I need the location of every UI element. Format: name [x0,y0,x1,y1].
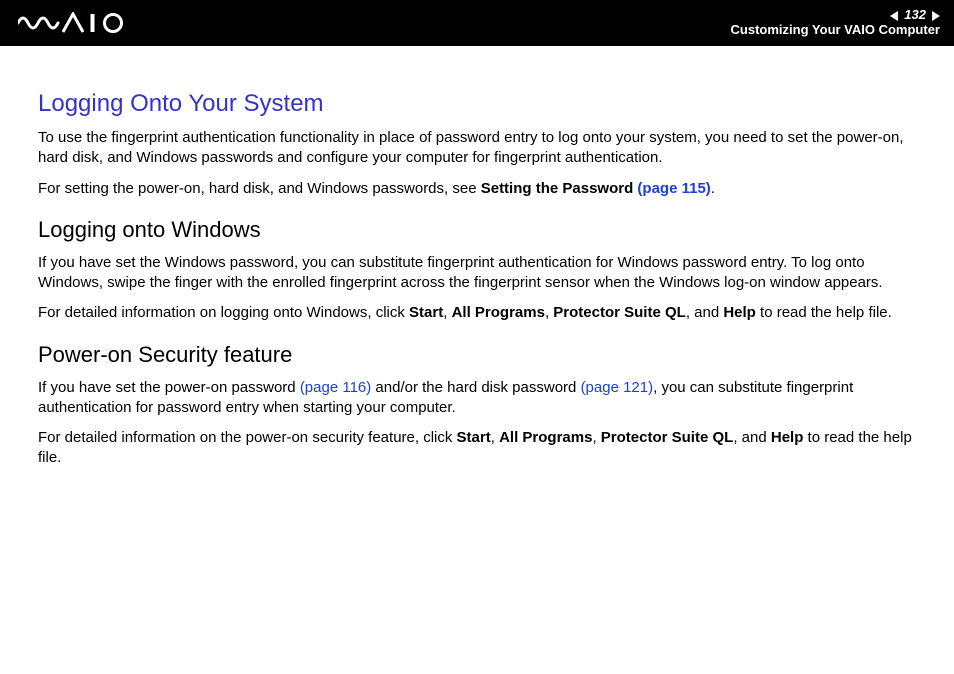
body-text: For detailed information on the power-on… [38,428,916,469]
text-bold: All Programs [499,429,592,446]
text-run: If you have set the power-on password [38,379,300,396]
text-bold: Setting the Password [481,180,638,197]
body-text: To use the fingerprint authentication fu… [38,128,916,169]
text-bold: Help [771,429,804,446]
text-run: For setting the power-on, hard disk, and… [38,180,481,197]
body-text: For setting the power-on, hard disk, and… [38,179,916,199]
subsection-title: Power-on Security feature [38,342,916,368]
page-link[interactable]: (page 116) [300,379,371,396]
text-bold: Protector Suite QL [553,304,686,321]
vaio-logo [18,12,128,34]
text-bold: All Programs [452,304,545,321]
text-run: to read the help file. [756,304,892,321]
header-bar: 132 Customizing Your VAIO Computer [0,0,954,46]
page-nav: 132 [731,8,940,23]
text-run: . [711,180,715,197]
text-run: , and [733,429,771,446]
document-page: 132 Customizing Your VAIO Computer Loggi… [0,0,954,674]
text-run: For detailed information on the power-on… [38,429,457,446]
page-link[interactable]: (page 115) [637,180,710,197]
nav-next-icon[interactable] [932,11,940,21]
text-run: For detailed information on logging onto… [38,304,409,321]
text-bold: Start [409,304,443,321]
text-run: , and [686,304,724,321]
header-right: 132 Customizing Your VAIO Computer [731,8,940,38]
text-bold: Start [457,429,491,446]
nav-prev-icon[interactable] [890,11,898,21]
body-text: If you have set the power-on password (p… [38,378,916,419]
subsection-title: Logging onto Windows [38,217,916,243]
text-bold: Help [723,304,756,321]
text-run: , [592,429,600,446]
text-run: and/or the hard disk password [371,379,580,396]
body-text: If you have set the Windows password, yo… [38,253,916,294]
text-run: , [443,304,451,321]
body-text: For detailed information on logging onto… [38,303,916,323]
vaio-logo-icon [18,12,128,34]
text-run: , [491,429,499,446]
content-area: Logging Onto Your System To use the fing… [0,46,954,469]
page-number: 132 [902,8,928,23]
breadcrumb: Customizing Your VAIO Computer [731,23,940,38]
section-title: Logging Onto Your System [38,90,916,118]
page-link[interactable]: (page 121) [581,379,654,396]
text-bold: Protector Suite QL [601,429,734,446]
